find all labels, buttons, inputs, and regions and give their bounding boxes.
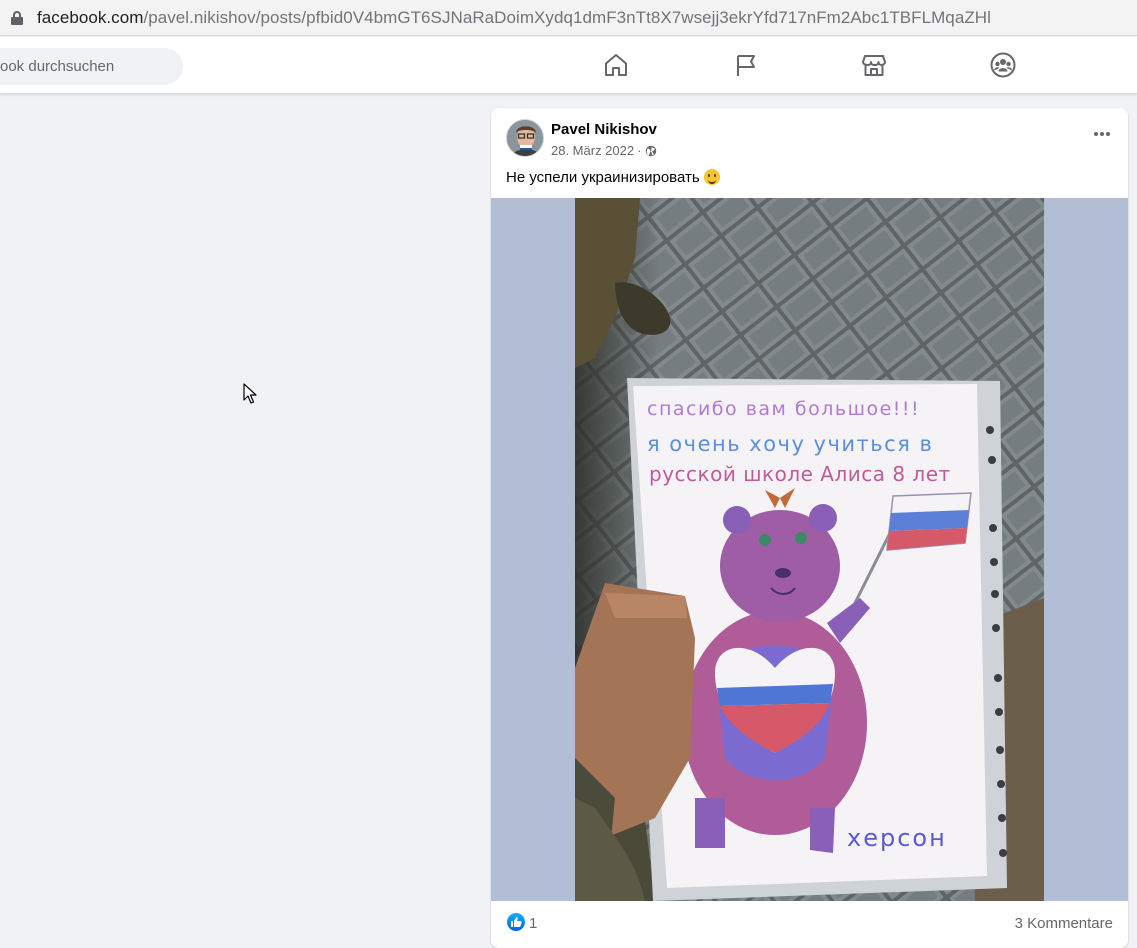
more-options-button[interactable] <box>1090 124 1114 144</box>
author-avatar[interactable] <box>506 119 544 157</box>
post-text: Не успели украинизировать <box>506 169 720 186</box>
post-footer: 1 3 Kommentare <box>491 901 1128 948</box>
reaction-count[interactable]: 1 <box>529 915 537 932</box>
drawing-line-2: я очень хочу учиться в <box>647 432 933 456</box>
post-image-area[interactable]: спасибо вам большое!!! я очень хочу учит… <box>491 198 1128 901</box>
home-icon[interactable] <box>602 51 630 79</box>
dot-icon <box>1106 132 1110 136</box>
smile-emoji-icon <box>703 169 720 185</box>
search-input[interactable]: ook durchsuchen <box>0 48 183 85</box>
drawing-line-1: спасибо вам большое!!! <box>647 398 920 420</box>
lock-icon[interactable] <box>11 10 23 25</box>
facebook-header: ook durchsuchen <box>0 37 1137 94</box>
meta-separator: · <box>637 143 642 158</box>
author-name[interactable]: Pavel Nikishov <box>551 121 657 138</box>
comments-count-link[interactable]: 3 Kommentare <box>1015 915 1113 932</box>
browser-address-bar[interactable]: facebook.com/pavel.nikishov/posts/pfbid0… <box>0 0 1137 36</box>
post-photo[interactable]: спасибо вам большое!!! я очень хочу учит… <box>575 198 1044 901</box>
post-meta: 28. März 2022 · <box>551 143 657 158</box>
mouse-cursor-icon <box>243 383 257 404</box>
dot-icon <box>1094 132 1098 136</box>
drawing-line-3: русской школе Алиса 8 лет <box>649 462 951 486</box>
drawing-caption: херсон <box>847 824 947 852</box>
post-date[interactable]: 28. März 2022 <box>551 143 634 158</box>
like-icon[interactable] <box>507 913 525 931</box>
post-card: Pavel Nikishov 28. März 2022 · Не успели… <box>491 108 1128 948</box>
dot-icon <box>1100 132 1104 136</box>
search-placeholder: ook durchsuchen <box>0 58 115 75</box>
url-text[interactable]: facebook.com/pavel.nikishov/posts/pfbid0… <box>37 8 991 28</box>
groups-icon[interactable] <box>989 51 1017 79</box>
pages-flag-icon[interactable] <box>732 51 760 79</box>
globe-icon[interactable] <box>645 145 657 157</box>
marketplace-icon[interactable] <box>860 51 888 79</box>
